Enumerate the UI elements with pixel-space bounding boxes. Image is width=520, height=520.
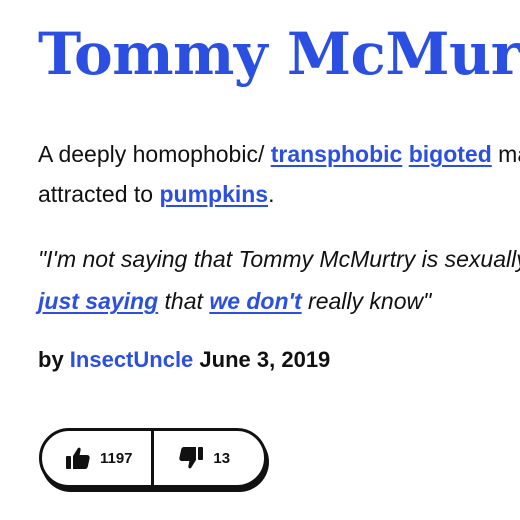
downvote-count: 13 — [213, 449, 231, 467]
thumbs-up-icon — [65, 447, 90, 469]
example-line-2: just saying that we don't really know" — [38, 280, 520, 322]
definition-line-1: A deeply homophobic/ transphobic bigoted… — [38, 134, 520, 174]
definition-link-bigoted[interactable]: bigoted — [409, 141, 492, 167]
example-line-1: "I'm not saying that Tommy McMurtry is s… — [38, 246, 520, 272]
definition-link-transphobic[interactable]: transphobic — [271, 141, 403, 167]
example-link-we-dont[interactable]: we don't — [209, 288, 301, 314]
definition-text-segment: . — [268, 181, 275, 207]
thumbs-down-icon — [179, 447, 204, 469]
example-link-just-saying[interactable]: just saying — [38, 288, 158, 314]
definition-text-segment: attracted to — [38, 181, 160, 207]
downvote-button[interactable]: 13 — [154, 431, 265, 485]
definition-link-pumpkins[interactable]: pumpkins — [159, 181, 268, 207]
vote-buttons: 1197 13 — [39, 428, 267, 488]
upvote-button[interactable]: 1197 — [42, 431, 154, 485]
word-title[interactable]: Tommy McMurtry — [38, 14, 520, 94]
example-text: "I'm not saying that Tommy McMurtry is s… — [38, 238, 520, 322]
example-text-segment: that — [158, 288, 210, 314]
byline-prefix: by — [38, 347, 70, 372]
definition-card: Tommy McMurtry A deeply homophobic/ tran… — [0, 0, 520, 520]
example-text-segment: really know" — [301, 288, 432, 314]
definition-text-segment: A deeply homophobic/ — [38, 141, 271, 167]
definition-line-2: attracted to pumpkins. — [38, 174, 520, 214]
author-link[interactable]: InsectUncle — [70, 347, 194, 372]
post-date: June 3, 2019 — [199, 347, 331, 372]
byline: by InsectUncle June 3, 2019 — [38, 342, 330, 378]
definition-text-segment: man who is — [498, 141, 520, 167]
definition-text: A deeply homophobic/ transphobic bigoted… — [38, 134, 520, 214]
upvote-count: 1197 — [99, 449, 133, 467]
